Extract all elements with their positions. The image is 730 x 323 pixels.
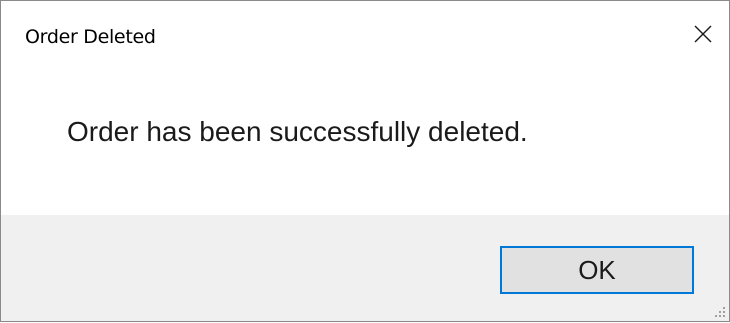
dialog-title: Order Deleted [25, 26, 156, 48]
resize-grip-icon[interactable] [712, 304, 726, 318]
close-button[interactable] [677, 1, 729, 67]
ok-button[interactable]: OK [500, 246, 694, 294]
dialog-footer: OK [1, 215, 729, 321]
close-icon [693, 24, 713, 44]
ok-button-label: OK [578, 254, 616, 285]
dialog-message: Order has been successfully deleted. [67, 116, 528, 147]
dialog-content: Order has been successfully deleted. [1, 67, 729, 215]
message-dialog: Order Deleted Order has been successfull… [0, 0, 730, 322]
title-bar[interactable]: Order Deleted [1, 1, 729, 67]
